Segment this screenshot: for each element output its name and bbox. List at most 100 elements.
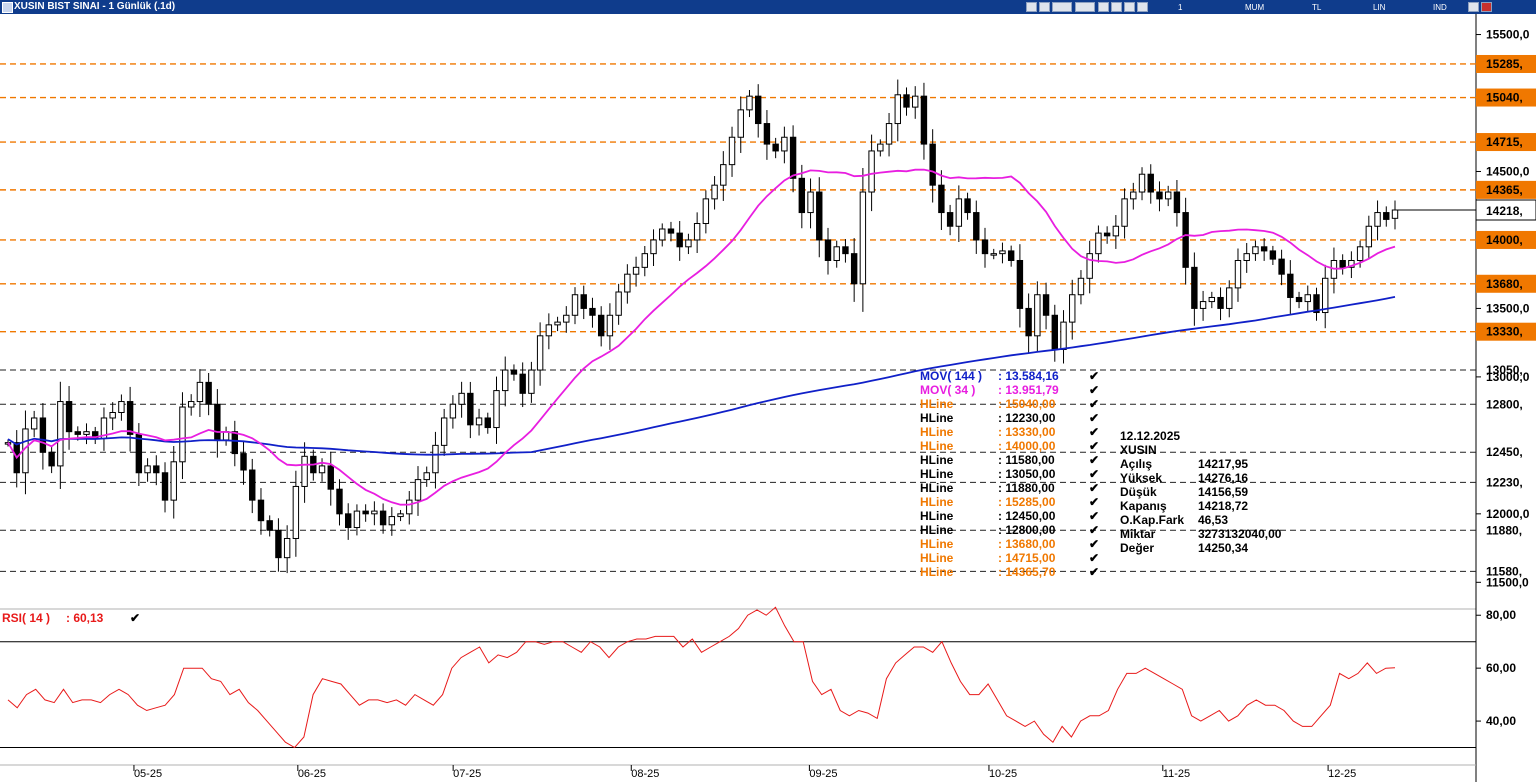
- candle: [528, 361, 535, 403]
- price-tick-label: 12000,0: [1486, 507, 1530, 521]
- legend-value: : 11880,00: [998, 481, 1055, 495]
- candle-body: [1226, 287, 1233, 309]
- candle: [318, 458, 326, 482]
- candle-body: [510, 369, 518, 375]
- candle: [432, 431, 439, 489]
- candle: [388, 507, 396, 536]
- candle: [571, 287, 579, 325]
- date-label: 12-25: [1328, 768, 1356, 780]
- candle: [728, 126, 736, 177]
- candle-body: [894, 94, 901, 125]
- chart-type-selector[interactable]: MUM: [1245, 1, 1264, 15]
- candle: [1330, 247, 1338, 294]
- toolbar-icon-3[interactable]: [1052, 2, 1072, 12]
- indicator-menu[interactable]: IND: [1433, 1, 1447, 15]
- candle: [659, 223, 666, 247]
- hline-tag-label: 13680,: [1486, 277, 1523, 291]
- candle-body: [964, 198, 971, 214]
- candle: [1103, 226, 1111, 244]
- price-tick-label: 11500,0: [1486, 575, 1529, 589]
- candle: [842, 239, 849, 263]
- candle-body: [74, 431, 81, 435]
- toolbar-icon-2[interactable]: [1039, 2, 1050, 12]
- candle: [1138, 167, 1146, 201]
- candle-body: [336, 488, 343, 515]
- candle-body: [1217, 296, 1224, 309]
- candle: [624, 264, 631, 304]
- candle-body: [65, 401, 73, 433]
- toolbar-icon-4[interactable]: [1075, 2, 1095, 12]
- candle: [554, 316, 561, 332]
- window-close-icon[interactable]: [1481, 2, 1492, 12]
- hline-tag-label: 15285,: [1486, 57, 1523, 71]
- candle: [746, 90, 753, 118]
- legend-check-icon: ✔: [1089, 439, 1099, 453]
- info-row-value: 3273132040,00: [1198, 527, 1282, 541]
- legend-name: HLine: [920, 467, 954, 481]
- toolbar-icon-8[interactable]: [1137, 2, 1148, 12]
- legend-check-icon: ✔: [1089, 453, 1099, 467]
- candle-body: [676, 232, 683, 248]
- scale-selector[interactable]: LIN: [1373, 1, 1385, 15]
- legend-name: HLine: [920, 537, 954, 551]
- candle: [458, 381, 465, 418]
- candle-body: [170, 461, 177, 501]
- candle: [824, 227, 832, 275]
- hline-tag-label: 11880,: [1486, 523, 1522, 537]
- candle-body: [118, 401, 125, 413]
- candle-body: [109, 411, 116, 419]
- info-row-value: 14276,16: [1198, 471, 1248, 485]
- currency-selector[interactable]: TL: [1312, 1, 1321, 15]
- candle-body: [842, 246, 849, 255]
- price-axis: 15285, 15040, 14715, 14365, 14000, 13680, 1333…: [1395, 28, 1536, 589]
- candle: [1339, 254, 1346, 275]
- legend-value: : 15040,00: [998, 397, 1056, 411]
- candle-body: [1269, 250, 1277, 260]
- candle-body: [406, 499, 413, 515]
- candle: [650, 229, 657, 267]
- candle-body: [353, 510, 361, 529]
- chart-area[interactable]: 15285, 15040, 14715, 14365, 14000, 13680, 1333…: [0, 14, 1536, 782]
- candle: [693, 212, 701, 253]
- candle: [423, 466, 430, 487]
- candle-body: [249, 469, 256, 501]
- toolbar-icon-7[interactable]: [1124, 2, 1135, 12]
- toolbar-icon-5[interactable]: [1098, 2, 1109, 12]
- candle-body: [240, 453, 247, 471]
- candle-body: [1130, 191, 1137, 200]
- candle-body: [371, 510, 378, 515]
- candle: [39, 403, 47, 470]
- candle-body: [48, 451, 55, 467]
- candle: [406, 491, 413, 525]
- candle: [170, 446, 177, 519]
- legend-value: : 13330,00: [998, 425, 1056, 439]
- candle: [632, 256, 640, 287]
- info-row-label: Yüksek: [1120, 471, 1162, 485]
- candle-body: [1095, 232, 1102, 255]
- candle-body: [502, 369, 509, 392]
- candle: [1051, 304, 1058, 362]
- legend-check-icon: ✔: [1089, 537, 1099, 551]
- info-row-value: 14156,59: [1198, 485, 1248, 499]
- candle: [83, 423, 90, 445]
- candle-body: [83, 431, 90, 435]
- candle: [467, 381, 474, 439]
- candle: [519, 362, 526, 408]
- candle: [362, 504, 369, 522]
- info-row-value: 46,53: [1198, 513, 1228, 527]
- candle-body: [955, 198, 963, 227]
- candle: [231, 420, 239, 467]
- toolbar-icon-1[interactable]: [1026, 2, 1037, 12]
- legend-value: : 13.584,16: [998, 369, 1059, 383]
- candle: [397, 509, 404, 522]
- candle: [711, 176, 718, 210]
- rsi-line: [7, 606, 1396, 749]
- candle-body: [554, 321, 561, 326]
- window-minimize-icon[interactable]: [1468, 2, 1479, 12]
- candle-body: [126, 401, 134, 435]
- candle: [973, 200, 980, 254]
- toolbar-icon-6[interactable]: [1111, 2, 1122, 12]
- candle: [1252, 240, 1259, 261]
- candle-body: [388, 516, 396, 526]
- candle-body: [606, 314, 614, 337]
